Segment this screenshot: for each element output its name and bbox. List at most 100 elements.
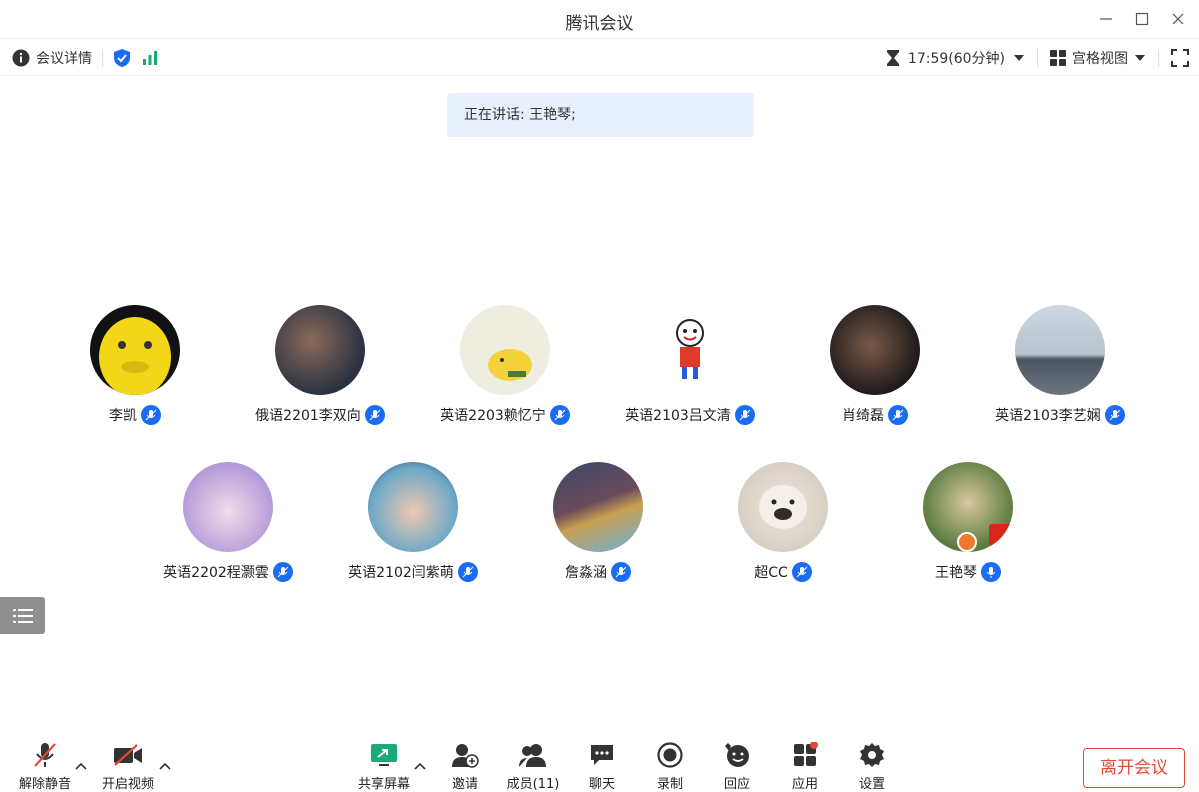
reaction-button[interactable]: 回应 [705, 740, 769, 792]
speaking-indicator: 正在讲话: 王艳琴; [447, 93, 754, 137]
share-screen-button[interactable]: 共享屏幕 [352, 740, 416, 792]
mic-muted-icon [611, 562, 631, 582]
info-icon [12, 49, 30, 67]
participant-name: 超CC [754, 565, 788, 581]
participant-tile[interactable]: 李凯 [35, 305, 235, 425]
apps-label: 应用 [791, 777, 818, 792]
signal-strength-icon[interactable] [141, 50, 159, 66]
members-icon [519, 744, 546, 767]
participant-tile[interactable]: 英语2103吕文清 [590, 305, 790, 425]
video-options-caret[interactable] [159, 759, 171, 773]
maximize-button[interactable] [1131, 8, 1153, 30]
mic-off-icon [34, 743, 56, 767]
participant-tile[interactable]: 英语2202程灏雲 [128, 462, 328, 582]
invite-label: 邀请 [451, 777, 478, 792]
chat-label: 聊天 [588, 777, 615, 792]
mic-muted-icon [364, 405, 385, 425]
participant-name: 詹淼涵 [565, 565, 607, 581]
avatar [183, 462, 273, 552]
reaction-icon [725, 743, 749, 767]
avatar [923, 462, 1013, 552]
mic-muted-icon [141, 405, 161, 425]
timer-text: 17:59(60分钟) [907, 51, 1005, 67]
avatar [90, 305, 180, 395]
minimize-button[interactable] [1095, 8, 1117, 30]
meeting-details-label: 会议详情 [36, 51, 92, 67]
camera-off-icon [114, 744, 142, 766]
avatar [368, 462, 458, 552]
avatar [645, 305, 735, 395]
list-toggle-button[interactable] [0, 597, 45, 634]
share-screen-icon [371, 744, 397, 766]
mic-muted-icon [1104, 405, 1125, 425]
list-icon [12, 608, 33, 623]
participant-name: 英语2103李艺娴 [995, 408, 1101, 424]
meeting-details-button[interactable]: 会议详情 [12, 48, 92, 68]
meeting-toolbar: 会议详情 17:59(60分钟) 宫格视图 [0, 38, 1199, 76]
participant-tile[interactable]: 王艳琴 [868, 462, 1068, 582]
divider [102, 49, 103, 67]
avatar [553, 462, 643, 552]
members-button[interactable]: 成员(11) [501, 740, 565, 792]
invite-button[interactable]: 邀请 [433, 740, 497, 792]
flag-badge [989, 524, 1011, 546]
participant-name: 肖绮磊 [842, 408, 884, 424]
chevron-up-icon [159, 762, 171, 770]
participant-tile[interactable]: 英语2102闫紫萌 [313, 462, 513, 582]
settings-button[interactable]: 设置 [840, 740, 904, 792]
avatar [1015, 305, 1105, 395]
close-icon [1172, 13, 1184, 25]
avatar [460, 305, 550, 395]
maximize-icon [1135, 12, 1149, 26]
unmute-button[interactable]: 解除静音 [13, 740, 77, 792]
apps-icon [794, 742, 818, 766]
participant-tile[interactable]: 詹淼涵 [498, 462, 698, 582]
security-shield-icon[interactable] [113, 48, 131, 68]
grid-view-icon [1050, 50, 1066, 66]
record-icon [657, 742, 683, 768]
mic-muted-icon [791, 562, 812, 582]
view-mode-label: 宫格视图 [1072, 51, 1128, 67]
reaction-label: 回应 [723, 777, 750, 792]
gear-icon [860, 743, 884, 767]
record-button[interactable]: 录制 [638, 740, 702, 792]
bottom-toolbar: 解除静音 开启视频 共享屏幕 邀请 成员(11) 聊天 录制 回应 应用 设置 [0, 735, 1199, 792]
chevron-up-icon [414, 762, 426, 770]
view-mode-selector[interactable]: 宫格视图 [1050, 48, 1146, 68]
share-options-caret[interactable] [414, 759, 426, 773]
participant-tile[interactable]: 英语2103李艺娴 [960, 305, 1160, 425]
chevron-up-icon [75, 762, 87, 770]
close-button[interactable] [1167, 8, 1189, 30]
participant-name: 英语2202程灏雲 [163, 565, 269, 581]
avatar [738, 462, 828, 552]
share-screen-label: 共享屏幕 [357, 777, 410, 792]
participant-name: 英语2203赖忆宁 [440, 408, 546, 424]
participant-name: 俄语2201李双向 [255, 408, 361, 424]
leave-meeting-button[interactable]: 离开会议 [1083, 748, 1185, 788]
mic-muted-icon [272, 562, 293, 582]
audio-options-caret[interactable] [75, 759, 87, 773]
divider [1158, 49, 1159, 67]
window-controls [1095, 8, 1189, 30]
participant-tile[interactable]: 英语2203赖忆宁 [405, 305, 605, 425]
settings-label: 设置 [858, 777, 885, 792]
title-bar: 腾讯会议 [0, 0, 1199, 38]
window-title: 腾讯会议 [565, 14, 634, 34]
start-video-label: 开启视频 [101, 777, 154, 792]
chat-button[interactable]: 聊天 [570, 740, 634, 792]
mic-active-icon [981, 562, 1001, 582]
participant-tile[interactable]: 俄语2201李双向 [220, 305, 420, 425]
fullscreen-icon[interactable] [1171, 49, 1189, 67]
divider [1037, 49, 1038, 67]
participant-name: 王艳琴 [935, 565, 977, 581]
unmute-label: 解除静音 [18, 777, 71, 792]
participant-name: 李凯 [109, 408, 137, 424]
chevron-down-icon [1135, 55, 1145, 61]
apps-button[interactable]: 应用 [773, 740, 837, 792]
start-video-button[interactable]: 开启视频 [96, 740, 160, 792]
meeting-timer[interactable]: 17:59(60分钟) [886, 48, 1025, 68]
participant-tile[interactable]: 肖绮磊 [775, 305, 975, 425]
host-badge-icon [957, 532, 977, 552]
participant-tile[interactable]: 超CC [683, 462, 883, 582]
mic-muted-icon [457, 562, 478, 582]
